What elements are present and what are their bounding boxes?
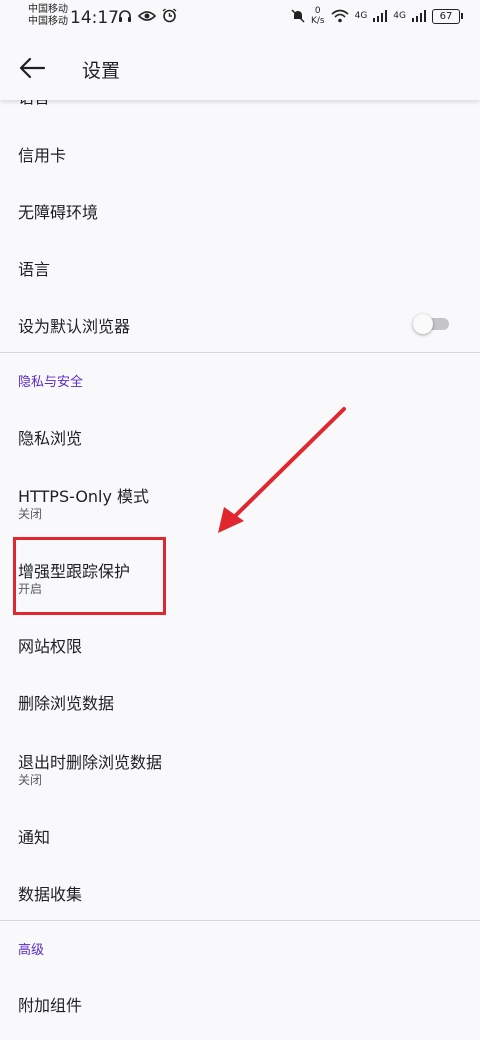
setting-label: 语言 — [18, 260, 51, 279]
setting-label: HTTPS-Only 模式 — [18, 487, 150, 506]
carrier-1: 中国移动 — [28, 4, 68, 15]
setting-status: 关闭 — [18, 507, 43, 521]
app-bar: 设置 — [0, 36, 480, 100]
back-arrow-icon[interactable] — [18, 56, 46, 80]
headphones-icon — [119, 9, 131, 22]
setting-notifications[interactable]: 通知 — [0, 809, 480, 861]
setting-delete-on-quit[interactable]: 退出时删除浏览数据 关闭 — [0, 738, 480, 794]
status-icons-left — [118, 8, 177, 23]
setting-label: 删除浏览数据 — [18, 694, 115, 713]
carrier-info: 中国移动 中国移动 — [28, 4, 68, 28]
section-divider — [0, 352, 480, 353]
highlight-box — [13, 537, 166, 615]
setting-default-browser[interactable]: 设为默认浏览器 — [0, 298, 480, 350]
status-icons-right: 0 K/s 4G 4G 67 — [291, 6, 463, 26]
signal-1-icon — [373, 10, 388, 22]
net-speed-unit: K/s — [310, 16, 325, 26]
section-divider — [0, 920, 480, 921]
default-browser-toggle[interactable] — [413, 313, 449, 334]
setting-credit-card[interactable]: 信用卡 — [0, 127, 480, 179]
section-header-advanced: 高级 — [18, 943, 45, 958]
battery-icon: 67 — [432, 8, 463, 24]
setting-label: 信用卡 — [18, 146, 67, 165]
setting-label: 通知 — [18, 828, 51, 847]
setting-site-permissions[interactable]: 网站权限 — [0, 618, 480, 670]
mute-icon — [291, 9, 305, 23]
setting-label: 隐私浏览 — [18, 429, 83, 448]
setting-language[interactable]: 语言 — [0, 241, 480, 293]
battery-level: 67 — [439, 10, 453, 22]
signal-2-label: 4G — [393, 11, 406, 21]
net-speed: 0 K/s — [311, 6, 325, 26]
carrier-2: 中国移动 — [28, 16, 68, 27]
setting-label: 网站权限 — [18, 637, 83, 656]
setting-label: 退出时删除浏览数据 — [18, 753, 163, 772]
setting-status: 关闭 — [18, 773, 43, 787]
setting-data-collection[interactable]: 数据收集 — [0, 866, 480, 918]
setting-label: 附加组件 — [18, 996, 83, 1015]
alarm-icon — [162, 8, 177, 23]
signal-2-icon — [412, 10, 426, 22]
signal-1-label: 4G — [354, 11, 368, 21]
setting-label: 无障碍环境 — [18, 203, 99, 222]
setting-label: 数据收集 — [18, 885, 83, 904]
section-header-privacy: 隐私与安全 — [18, 375, 84, 390]
page-title: 设置 — [82, 60, 121, 82]
setting-label: 设为默认浏览器 — [18, 317, 131, 336]
setting-delete-browsing-data[interactable]: 删除浏览数据 — [0, 675, 480, 727]
net-speed-value: 0 — [314, 6, 321, 16]
eye-icon — [138, 10, 156, 21]
status-time: 14:17 — [70, 8, 119, 28]
wifi-icon — [331, 9, 349, 23]
status-bar: 中国移动 中国移动 14:17 0 K/s 4G 4G 67 — [0, 0, 480, 36]
setting-addons[interactable]: 附加组件 — [0, 977, 480, 1029]
annotation-arrow-icon — [218, 407, 346, 533]
toggle-thumb — [413, 314, 433, 334]
setting-accessibility[interactable]: 无障碍环境 — [0, 184, 480, 236]
